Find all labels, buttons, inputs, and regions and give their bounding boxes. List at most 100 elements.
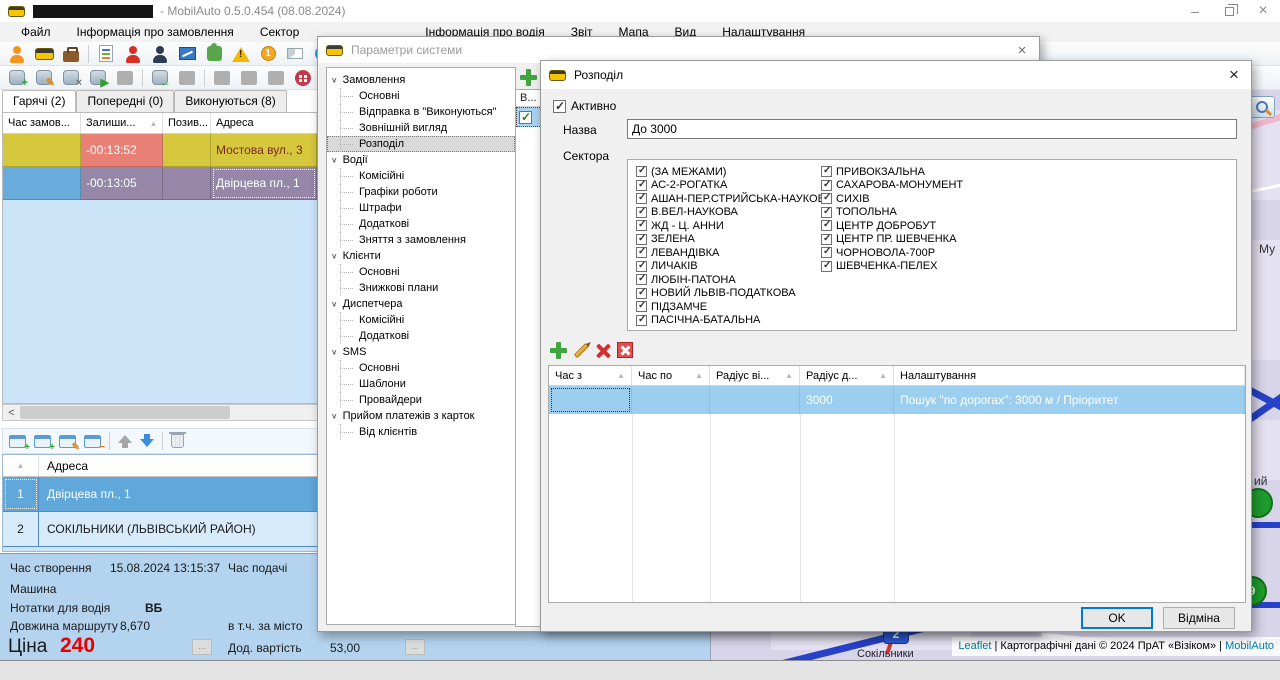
- radius-from-cell[interactable]: [710, 386, 800, 414]
- order-add-icon[interactable]: +: [7, 68, 27, 88]
- col-radius-to[interactable]: Радіус д...▲: [800, 366, 894, 385]
- active-checkbox-row[interactable]: Активно: [553, 99, 616, 113]
- dispatcher-icon[interactable]: [123, 44, 143, 64]
- radius-to-cell[interactable]: 3000: [800, 386, 894, 414]
- tree-item[interactable]: Додаткові: [327, 328, 515, 344]
- tree-group-dispatchers[interactable]: Диспетчера: [327, 296, 515, 312]
- sector-item[interactable]: АШАН-ПЕР.СТРИЙСЬКА-НАУКОВА: [636, 192, 832, 206]
- callsign-cell[interactable]: [163, 134, 211, 167]
- leaflet-link[interactable]: Leaflet: [958, 640, 991, 652]
- sector-checkbox[interactable]: [821, 247, 832, 258]
- col-radius-from[interactable]: Радіус ві...▲: [710, 366, 800, 385]
- sector-item[interactable]: ЛЮБІН-ПАТОНА: [636, 273, 832, 287]
- sector-checkbox[interactable]: [821, 166, 832, 177]
- sector-checkbox[interactable]: [636, 166, 647, 177]
- tree-item[interactable]: Провайдери: [327, 392, 515, 408]
- sector-item[interactable]: ЦЕНТР ДОБРОБУТ: [821, 219, 963, 233]
- name-input[interactable]: [627, 119, 1237, 139]
- sector-item[interactable]: ЖД - Ц. АННИ: [636, 219, 832, 233]
- tree-item[interactable]: Основні: [327, 360, 515, 376]
- address-remove-icon[interactable]: −: [84, 435, 101, 448]
- sector-checkbox[interactable]: [821, 220, 832, 231]
- address-insert-icon[interactable]: +: [34, 435, 51, 448]
- route-address[interactable]: Двірцева пл., 1: [39, 477, 319, 511]
- tree-group-orders[interactable]: Замовлення: [327, 72, 515, 88]
- tree-group-card-payments[interactable]: Прийом платежів з карток: [327, 408, 515, 424]
- tree-group-sms[interactable]: SMS: [327, 344, 515, 360]
- col-remaining[interactable]: Залиши...▲: [81, 113, 163, 133]
- tree-item-raspodil[interactable]: Розподіл: [327, 136, 515, 152]
- sector-item[interactable]: САХАРОВА-МОНУМЕНТ: [821, 179, 963, 193]
- sector-item[interactable]: ТОПОЛЬНА: [821, 206, 963, 220]
- order-edit-icon[interactable]: ✎: [34, 68, 54, 88]
- sector-checkbox[interactable]: [636, 301, 647, 312]
- sector-checkbox[interactable]: [636, 315, 647, 326]
- sector-checkbox[interactable]: [636, 274, 647, 285]
- close-button[interactable]: ×: [1246, 0, 1280, 22]
- time-from-cell[interactable]: [549, 386, 632, 414]
- add-icon[interactable]: [550, 342, 567, 359]
- col-time-to[interactable]: Час по▲: [632, 366, 710, 385]
- tree-item[interactable]: Графіки роботи: [327, 184, 515, 200]
- order-row-2[interactable]: -00:13:05 Двірцева пл., 1: [3, 167, 317, 200]
- active-checkbox[interactable]: [553, 100, 566, 113]
- close-icon[interactable]: ×: [1217, 65, 1251, 85]
- sector-checkbox[interactable]: [821, 261, 832, 272]
- tree-item[interactable]: Шаблони: [327, 376, 515, 392]
- edit-icon[interactable]: [574, 342, 590, 358]
- plugin-icon[interactable]: [204, 44, 224, 64]
- tab-pending[interactable]: Попередні (0): [76, 90, 174, 112]
- sector-item[interactable]: СИХІВ: [821, 192, 963, 206]
- order-time-cell[interactable]: [3, 134, 81, 167]
- sector-checkbox[interactable]: [821, 180, 832, 191]
- callsign-cell[interactable]: [163, 167, 211, 200]
- delete-all-icon[interactable]: [617, 342, 633, 358]
- map-zoom-button[interactable]: [1249, 96, 1275, 118]
- sector-item[interactable]: ШЕВЧЕНКА-ПЕЛЕХ: [821, 260, 963, 274]
- sort-asc-icon[interactable]: ▲: [3, 455, 39, 476]
- briefcase-icon[interactable]: [61, 44, 81, 64]
- remaining-cell[interactable]: -00:13:05: [81, 167, 163, 200]
- rule-active-checkbox[interactable]: [519, 111, 532, 124]
- order-return-icon[interactable]: ←: [150, 68, 170, 88]
- sector-item[interactable]: ЛИЧАКІВ: [636, 260, 832, 274]
- sector-checkbox[interactable]: [636, 207, 647, 218]
- tree-item[interactable]: Основні: [327, 264, 515, 280]
- driver-icon[interactable]: [150, 44, 170, 64]
- sector-checkbox[interactable]: [636, 247, 647, 258]
- delete-icon[interactable]: [171, 434, 184, 448]
- tree-item[interactable]: Зняття з замовлення: [327, 232, 515, 248]
- menu-sector[interactable]: Сектор: [247, 22, 312, 42]
- sector-item[interactable]: ЗЕЛЕНА: [636, 233, 832, 247]
- address-cell[interactable]: Мостова вул., 3: [211, 134, 317, 167]
- tree-item[interactable]: Зовнішній вигляд: [327, 120, 515, 136]
- sector-checkbox[interactable]: [821, 207, 832, 218]
- cancel-button[interactable]: Відміна: [1163, 607, 1235, 629]
- sector-checkbox[interactable]: [821, 234, 832, 245]
- sector-item[interactable]: (ЗА МЕЖАМИ): [636, 165, 832, 179]
- address-add-icon[interactable]: +: [9, 435, 26, 448]
- order-time-cell[interactable]: [3, 167, 81, 200]
- taxi-toolbar-icon[interactable]: [34, 44, 54, 64]
- tree-item[interactable]: Штрафи: [327, 200, 515, 216]
- tree-item[interactable]: Знижкові плани: [327, 280, 515, 296]
- settings-cell[interactable]: Пошук "по дорогах": 3000 м / Пріоритет: [894, 386, 1245, 414]
- price-more-button[interactable]: ...: [192, 639, 212, 655]
- scroll-left-arrow[interactable]: <: [3, 407, 20, 419]
- time-to-cell[interactable]: [632, 386, 710, 414]
- sector-item[interactable]: ПІДЗАМЧЕ: [636, 300, 832, 314]
- col-order-time[interactable]: Час замов...: [3, 113, 81, 133]
- sector-checkbox[interactable]: [636, 193, 647, 204]
- warning-icon[interactable]: [231, 44, 251, 64]
- scrollbar-thumb[interactable]: [20, 406, 230, 419]
- sector-checkbox[interactable]: [636, 180, 647, 191]
- sector-checkbox[interactable]: [636, 288, 647, 299]
- client-icon[interactable]: [7, 44, 27, 64]
- stats-icon[interactable]: [177, 44, 197, 64]
- order-run-icon[interactable]: ▶: [88, 68, 108, 88]
- col-callsign[interactable]: Позив...: [163, 113, 211, 133]
- sector-item[interactable]: ЧОРНОВОЛА-700Р: [821, 246, 963, 260]
- sector-checkbox[interactable]: [636, 234, 647, 245]
- sector-item[interactable]: АС-2-РОГАТКА: [636, 179, 832, 193]
- move-down-icon[interactable]: [140, 433, 154, 449]
